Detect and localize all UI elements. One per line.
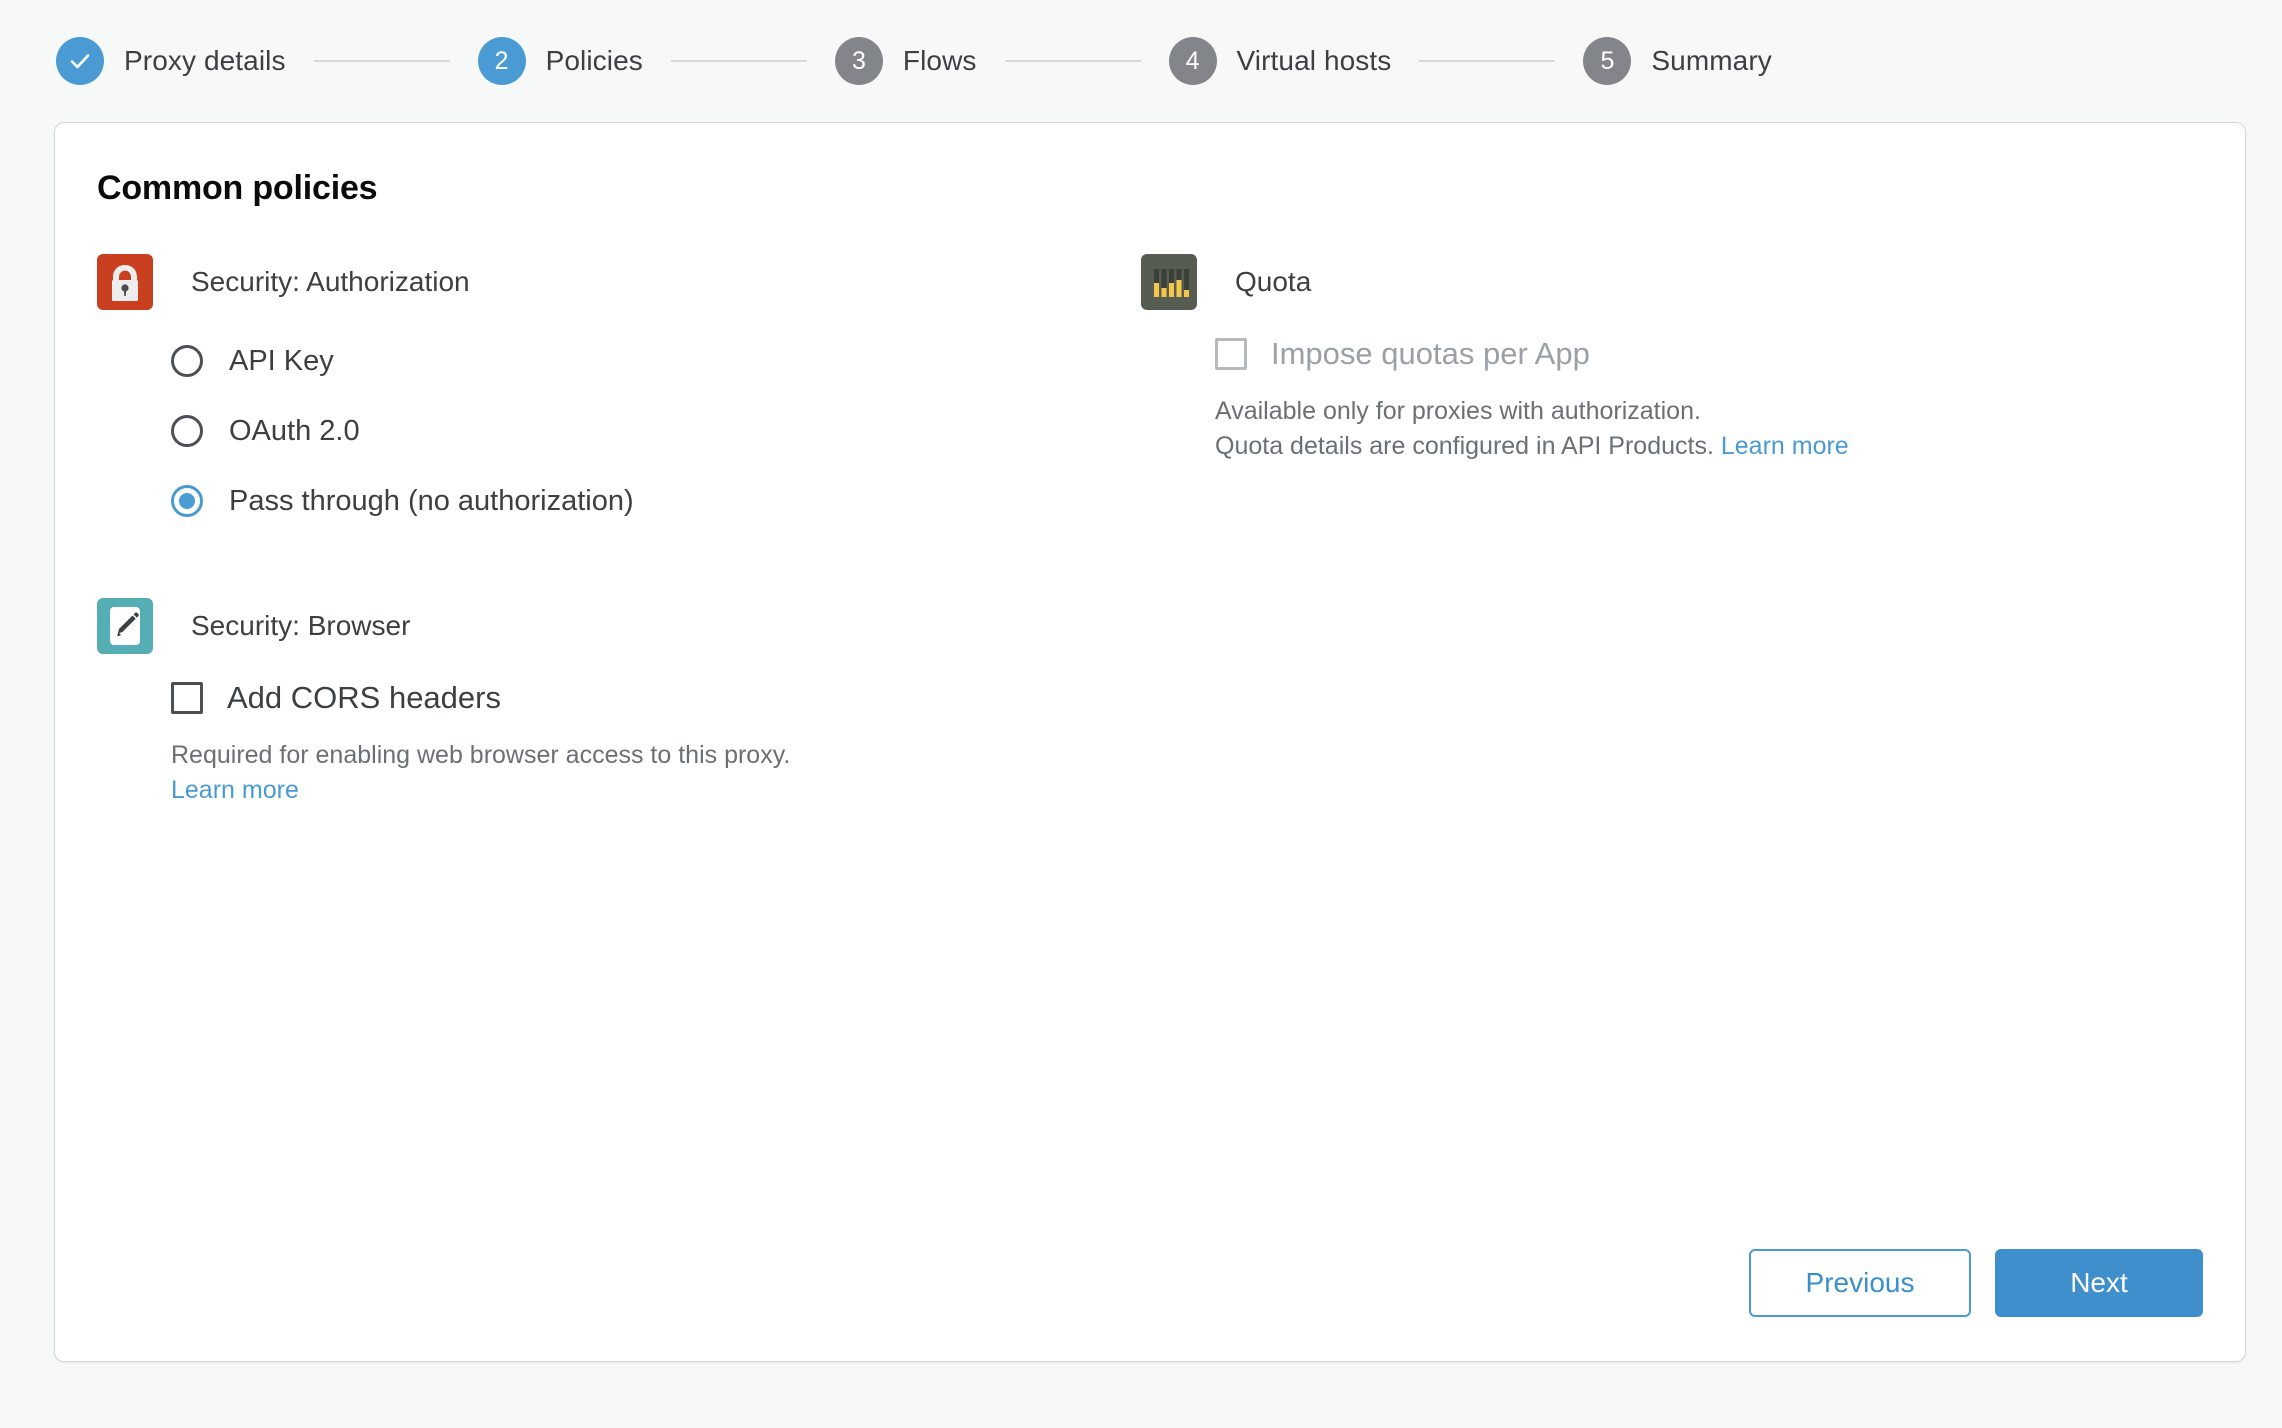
step-proxy-details[interactable]: Proxy details [56,37,286,85]
card-footer: Previous Next [1749,1249,2203,1317]
lock-icon [97,254,153,310]
step-badge-policies: 2 [477,37,526,85]
checkbox-impose-quotas-per-app[interactable]: Impose quotas per App [1215,336,2095,372]
step-badge-proxy-details [56,37,104,85]
quota-help-line-1: Available only for proxies with authoriz… [1215,397,1701,425]
next-button[interactable]: Next [1995,1249,2203,1317]
checkbox-mark-cors[interactable] [171,682,203,714]
bar-chart-icon [1141,254,1197,310]
radio-mark-api-key[interactable] [171,345,203,377]
policies-columns: Security: Authorization API Key OAuth 2.… [55,208,2245,808]
checkbox-add-cors-headers[interactable]: Add CORS headers [171,680,1075,716]
step-badge-summary: 5 [1583,37,1632,85]
step-label-flows: Flows [902,45,977,76]
radio-mark-oauth2[interactable] [171,415,203,447]
browser-learn-more-link[interactable]: Learn more [171,776,299,804]
step-connector-2 [670,60,807,62]
step-badge-flows: 3 [834,37,883,85]
checkbox-label-quota: Impose quotas per App [1271,336,1590,371]
step-connector-3 [1004,60,1141,62]
step-label-summary: Summary [1651,45,1772,76]
radio-label-pass-through: Pass through (no authorization) [229,484,634,517]
wizard-stepper: Proxy details 2 Policies 3 Flows 4 Virtu… [0,0,2282,122]
step-policies[interactable]: 2 Policies [477,37,643,85]
step-connector-4 [1419,60,1556,62]
checkbox-label-cors: Add CORS headers [227,680,501,715]
pencil-icon [97,598,153,654]
quota-options: Impose quotas per App Available only for… [1141,336,2095,464]
step-badge-virtual-hosts: 4 [1168,37,1217,85]
radio-label-oauth2: OAuth 2.0 [229,414,360,447]
policies-card: Common policies Security: Authorization [54,122,2246,1362]
policy-group-browser: Security: Browser Add CORS headers Requi… [97,598,1075,808]
browser-help-text: Required for enabling web browser access… [171,738,1075,808]
authorization-options: API Key OAuth 2.0 Pass through (no autho… [97,334,1075,528]
right-column: Quota Impose quotas per App Available on… [1075,254,2095,808]
authorization-title: Security: Authorization [191,266,470,297]
step-label-virtual-hosts: Virtual hosts [1236,45,1392,76]
quota-learn-more-link[interactable]: Learn more [1721,432,1849,460]
browser-header: Security: Browser [97,598,1075,654]
radio-label-api-key: API Key [229,344,334,377]
radio-option-api-key[interactable]: API Key [171,334,1075,388]
policy-group-quota: Quota Impose quotas per App Available on… [1141,254,2095,464]
check-icon [67,48,93,74]
step-label-proxy-details: Proxy details [124,45,286,76]
step-flows[interactable]: 3 Flows [834,37,977,85]
quota-help-line-2: Quota details are configured in API Prod… [1215,432,1714,460]
quota-help-text: Available only for proxies with authoriz… [1215,394,2095,464]
page-title: Common policies [97,169,378,207]
step-summary[interactable]: 5 Summary [1583,37,1772,85]
step-virtual-hosts[interactable]: 4 Virtual hosts [1168,37,1392,85]
previous-button[interactable]: Previous [1749,1249,1971,1317]
browser-title: Security: Browser [191,610,411,641]
browser-options: Add CORS headers Required for enabling w… [97,680,1075,808]
radio-mark-pass-through[interactable] [171,485,203,517]
browser-help-line-1: Required for enabling web browser access… [171,741,791,769]
radio-option-oauth2[interactable]: OAuth 2.0 [171,404,1075,458]
step-connector-1 [313,60,450,62]
left-column: Security: Authorization API Key OAuth 2.… [55,254,1075,808]
quota-header: Quota [1141,254,2095,310]
checkbox-mark-quota[interactable] [1215,338,1247,370]
quota-title: Quota [1235,266,1312,297]
authorization-header: Security: Authorization [97,254,1075,310]
radio-option-pass-through[interactable]: Pass through (no authorization) [171,474,1075,528]
policy-group-authorization: Security: Authorization API Key OAuth 2.… [97,254,1075,528]
step-label-policies: Policies [545,45,643,76]
